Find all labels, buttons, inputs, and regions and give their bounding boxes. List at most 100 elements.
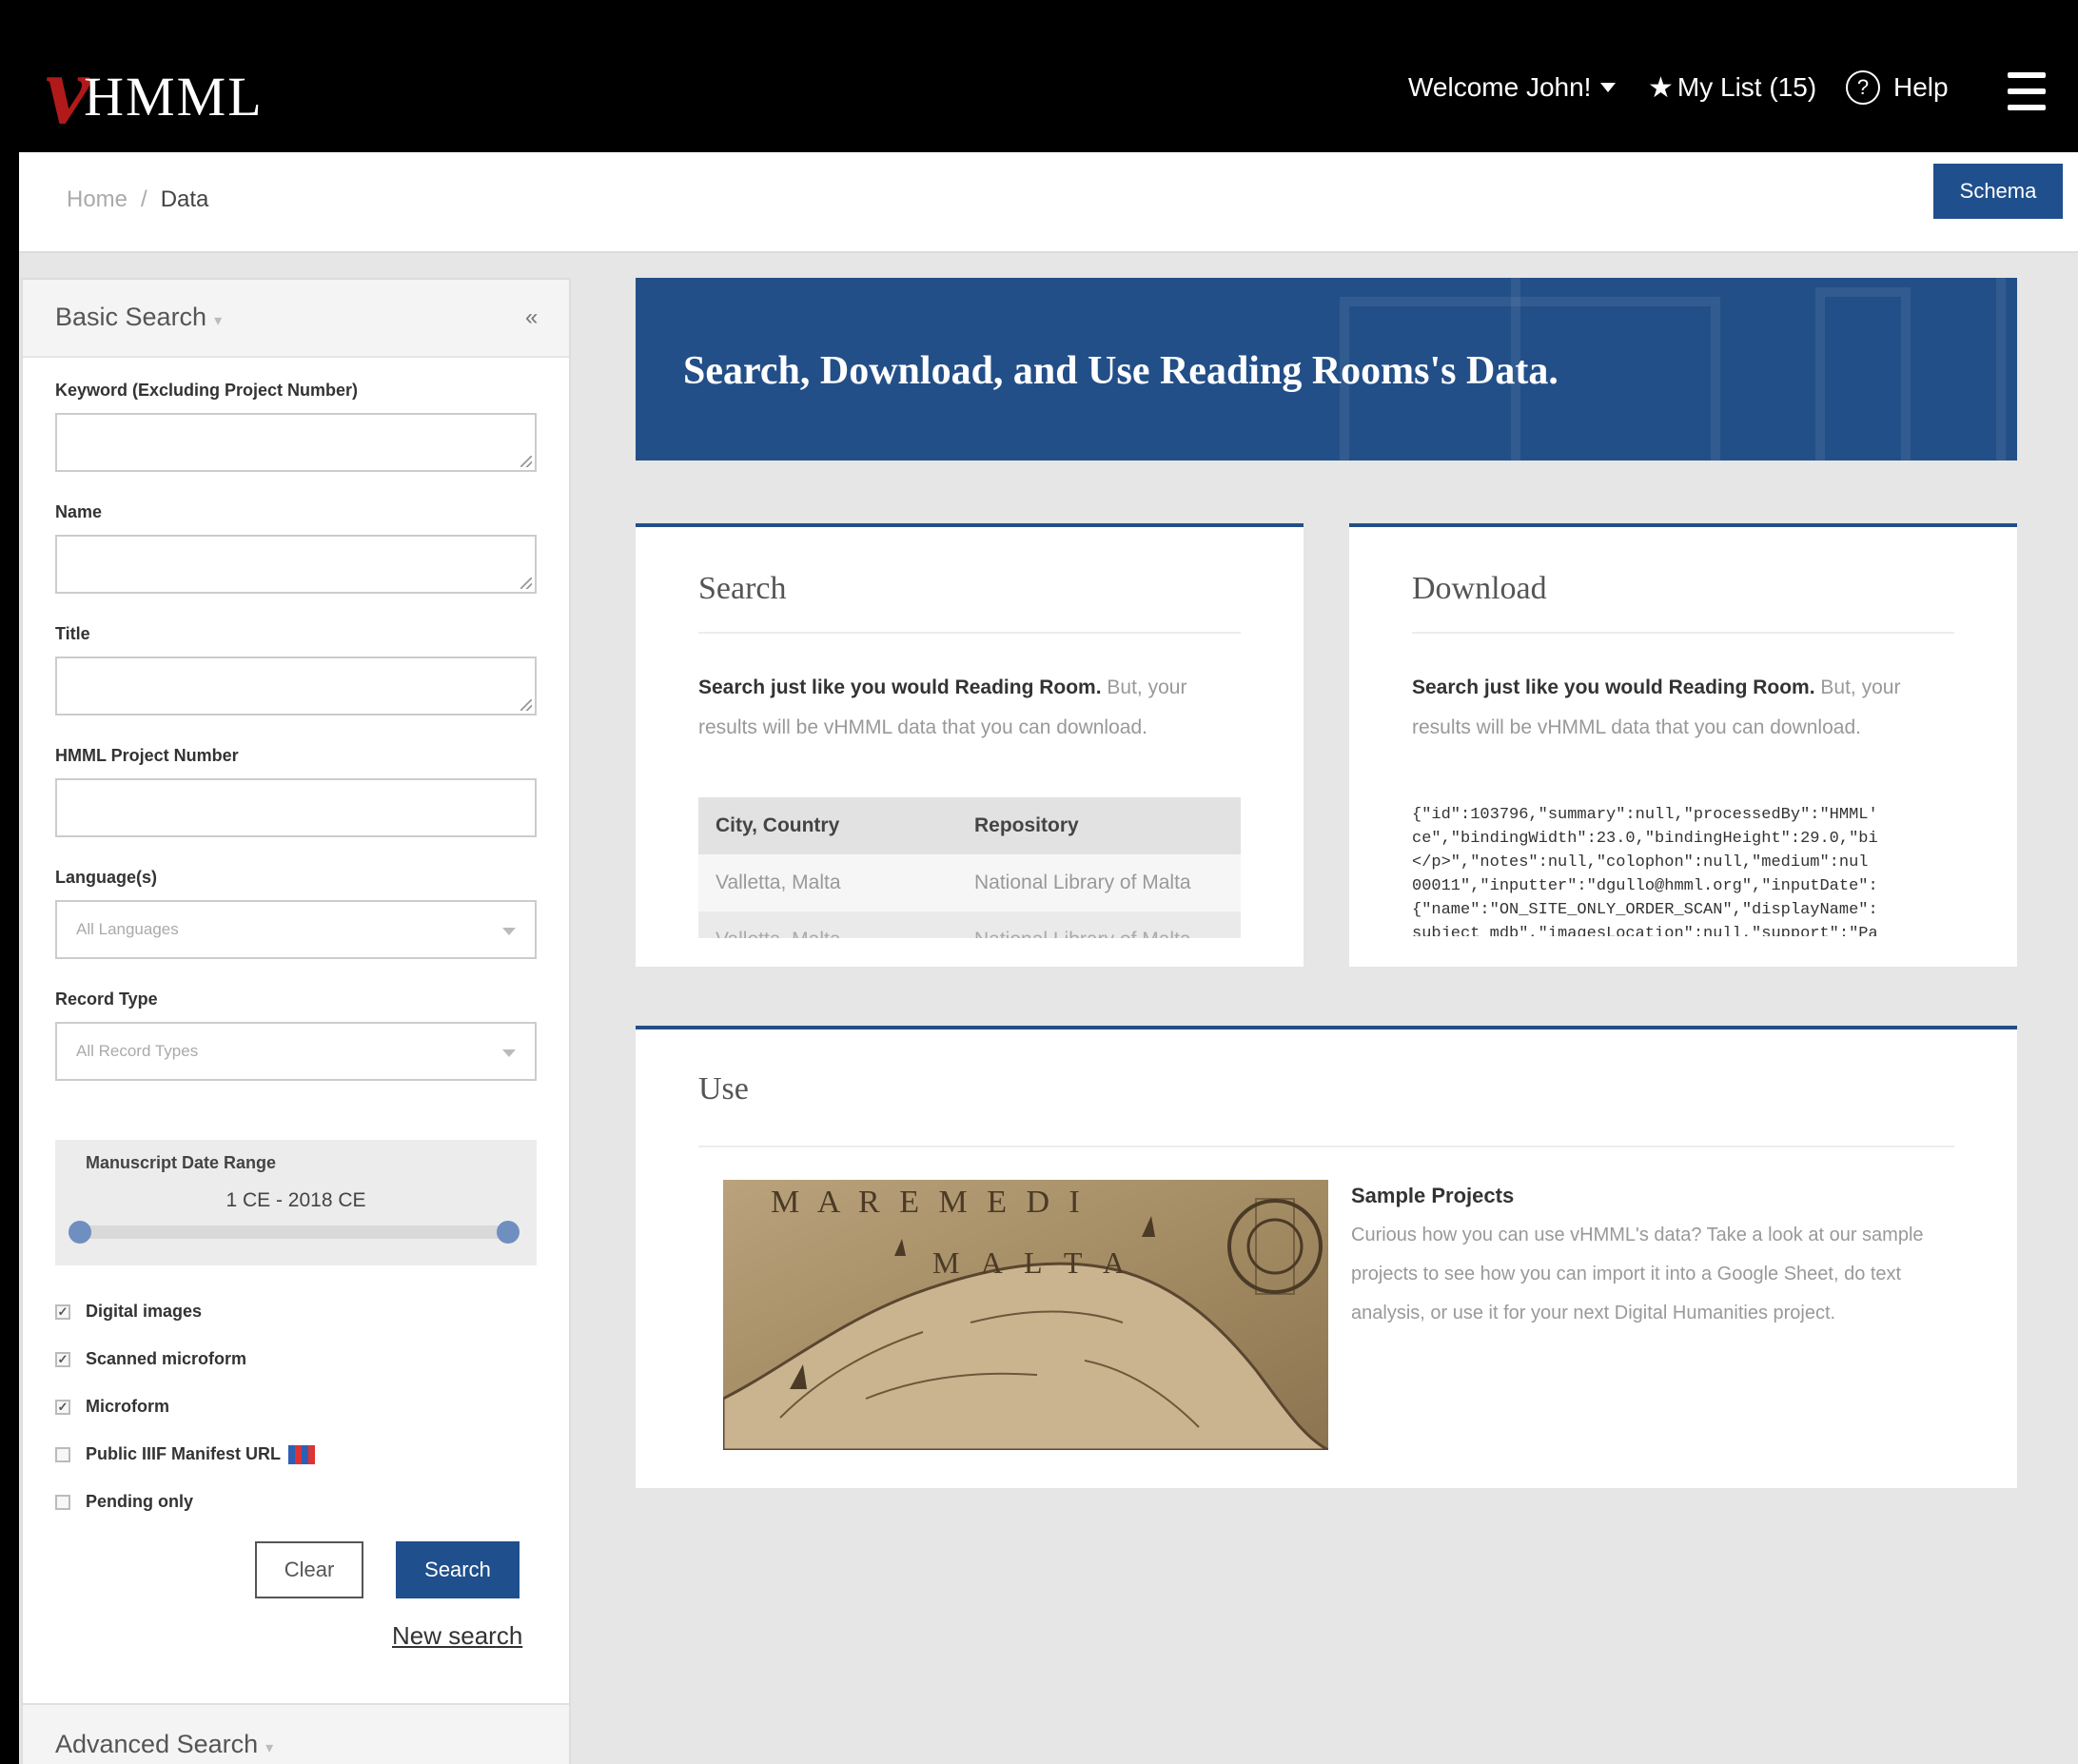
download-card: Download Search just like you would Read… xyxy=(1349,523,2017,967)
date-range-value: 1 CE - 2018 CE xyxy=(225,1189,366,1211)
slider-handle-min[interactable] xyxy=(69,1221,91,1244)
download-card-description: Search just like you would Reading Room.… xyxy=(1412,668,1954,748)
json-preview: {"id":103796,"summary":null,"processedBy… xyxy=(1412,806,1878,936)
map-label: M A L T A xyxy=(932,1245,1132,1280)
sample-projects-title: Sample Projects xyxy=(1351,1184,1515,1207)
search-card: Search Search just like you would Readin… xyxy=(636,523,1304,967)
search-button[interactable]: Search xyxy=(396,1541,520,1598)
checkbox-public-iiif[interactable]: Public IIIF Manifest URL xyxy=(55,1444,316,1464)
basic-search-title: Basic Search ▾ xyxy=(55,303,222,332)
menu-bar xyxy=(2008,72,2046,78)
breadcrumb-separator: / xyxy=(141,186,147,212)
language-select[interactable]: All Languages xyxy=(55,900,537,959)
date-range-slider[interactable] xyxy=(80,1225,508,1239)
table-cell: National Library of Malta xyxy=(974,872,1191,893)
star-icon: ★ xyxy=(1648,71,1674,104)
search-card-title: Search xyxy=(698,571,787,606)
search-card-description: Search just like you would Reading Room.… xyxy=(698,668,1241,748)
breadcrumb-bar: Home / Data Schema xyxy=(19,152,2078,253)
divider xyxy=(698,632,1241,634)
record-type-placeholder: All Record Types xyxy=(76,1042,199,1060)
checkbox-label: Microform xyxy=(86,1397,170,1416)
new-search-link[interactable]: New search xyxy=(392,1621,522,1651)
table-row[interactable]: Valletta, Malta National Library of Malt… xyxy=(698,911,1241,938)
keyword-input[interactable] xyxy=(55,413,537,472)
advanced-search-header[interactable]: Advanced Search ▾ xyxy=(23,1703,569,1764)
checkbox-box[interactable]: ✓ xyxy=(55,1351,70,1367)
welcome-label: Welcome John! xyxy=(1408,72,1592,102)
resize-grip-icon[interactable] xyxy=(520,699,532,711)
toggle-caret-icon: ▾ xyxy=(265,1740,274,1756)
map-illustration: M A R E M E D I M A L T A xyxy=(723,1180,1328,1450)
breadcrumb-home[interactable]: Home xyxy=(67,186,127,213)
banner-decoration xyxy=(1815,287,1911,461)
date-range-panel: Manuscript Date Range 1 CE - 2018 CE xyxy=(55,1140,537,1265)
keyword-label: Keyword (Excluding Project Number) xyxy=(55,381,359,400)
use-card: Use M A R E M E D I M A L T A Sample Pro… xyxy=(636,1026,2017,1488)
divider xyxy=(1412,632,1954,634)
malta-map-image: M A R E M E D I M A L T A xyxy=(723,1180,1328,1450)
record-type-label: Record Type xyxy=(55,990,158,1009)
column-header: City, Country xyxy=(716,814,840,836)
help-link[interactable]: ? Help xyxy=(1846,67,1949,108)
basic-search-label: Basic Search xyxy=(55,303,207,331)
breadcrumb: Home / Data xyxy=(67,186,208,213)
my-list-label: My List (15) xyxy=(1676,72,1817,102)
page-title: Search, Download, and Use Reading Rooms'… xyxy=(683,349,1558,393)
dropdown-arrow-icon xyxy=(502,1049,516,1057)
table-cell: Valletta, Malta xyxy=(716,872,841,893)
table-row[interactable]: Valletta, Malta National Library of Malt… xyxy=(698,854,1241,911)
collapse-sidebar-icon[interactable]: « xyxy=(525,304,538,331)
resize-grip-icon[interactable] xyxy=(520,456,532,467)
checkbox-label: Digital images xyxy=(86,1302,203,1321)
page-banner: Search, Download, and Use Reading Rooms'… xyxy=(636,278,2017,461)
vhmml-logo[interactable]: v HMML xyxy=(46,41,264,140)
project-number-input[interactable] xyxy=(55,778,537,837)
dropdown-arrow-icon xyxy=(502,928,516,935)
name-input[interactable] xyxy=(55,535,537,594)
clear-button[interactable]: Clear xyxy=(255,1541,363,1598)
checkbox-box[interactable]: ✓ xyxy=(55,1303,70,1320)
toggle-caret-icon: ▾ xyxy=(214,313,223,329)
checkbox-pending-only[interactable]: Pending only xyxy=(55,1492,193,1512)
language-placeholder: All Languages xyxy=(76,920,179,938)
basic-search-header[interactable]: Basic Search ▾ « xyxy=(23,280,569,358)
checkbox-box[interactable] xyxy=(55,1494,70,1510)
divider xyxy=(698,1146,1954,1147)
advanced-search-label: Advanced Search xyxy=(55,1730,259,1758)
title-input[interactable] xyxy=(55,657,537,715)
checkbox-label: Scanned microform xyxy=(86,1349,247,1368)
my-list-link[interactable]: ★ My List (15) xyxy=(1648,67,1816,108)
table-header-row: City, Country Repository xyxy=(698,797,1241,854)
resize-grip-icon[interactable] xyxy=(520,578,532,589)
checkbox-label: Public IIIF Manifest URL xyxy=(86,1444,282,1463)
repository-table: City, Country Repository Valletta, Malta… xyxy=(698,797,1241,938)
welcome-user-dropdown[interactable]: Welcome John! xyxy=(1408,67,1617,108)
map-label: M A R E M E D I xyxy=(771,1185,1086,1220)
table-cell: Valletta, Malta xyxy=(698,929,974,938)
search-sidebar: Basic Search ▾ « Keyword (Excluding Proje… xyxy=(21,278,571,1764)
column-header: Repository xyxy=(974,814,1079,836)
checkbox-scanned-microform[interactable]: ✓ Scanned microform xyxy=(55,1349,246,1369)
checkbox-microform[interactable]: ✓ Microform xyxy=(55,1397,169,1417)
record-type-select[interactable]: All Record Types xyxy=(55,1022,537,1081)
date-range-label: Manuscript Date Range xyxy=(86,1153,277,1172)
help-label: Help xyxy=(1893,72,1949,102)
hamburger-menu-icon[interactable] xyxy=(2008,72,2046,110)
question-circle-icon: ? xyxy=(1846,70,1880,105)
checkbox-box[interactable]: ✓ xyxy=(55,1399,70,1415)
checkbox-box[interactable] xyxy=(55,1446,70,1462)
search-card-lead: Search just like you would Reading Room. xyxy=(698,676,1102,698)
sample-projects-description: Curious how you can use vHMML's data? Ta… xyxy=(1351,1225,1924,1323)
top-navbar: v HMML Welcome John! ★ My List (15) ? He… xyxy=(19,25,2078,152)
checkbox-label: Pending only xyxy=(86,1492,194,1511)
caret-down-icon xyxy=(1600,83,1617,92)
slider-handle-max[interactable] xyxy=(497,1221,520,1244)
iiif-logo-icon xyxy=(288,1444,316,1464)
app-frame: v HMML Welcome John! ★ My List (15) ? He… xyxy=(19,25,2078,1764)
use-card-title: Use xyxy=(698,1071,749,1107)
menu-bar xyxy=(2008,105,2046,110)
language-label: Language(s) xyxy=(55,868,158,887)
checkbox-digital-images[interactable]: ✓ Digital images xyxy=(55,1302,202,1322)
schema-button[interactable]: Schema xyxy=(1933,164,2063,219)
